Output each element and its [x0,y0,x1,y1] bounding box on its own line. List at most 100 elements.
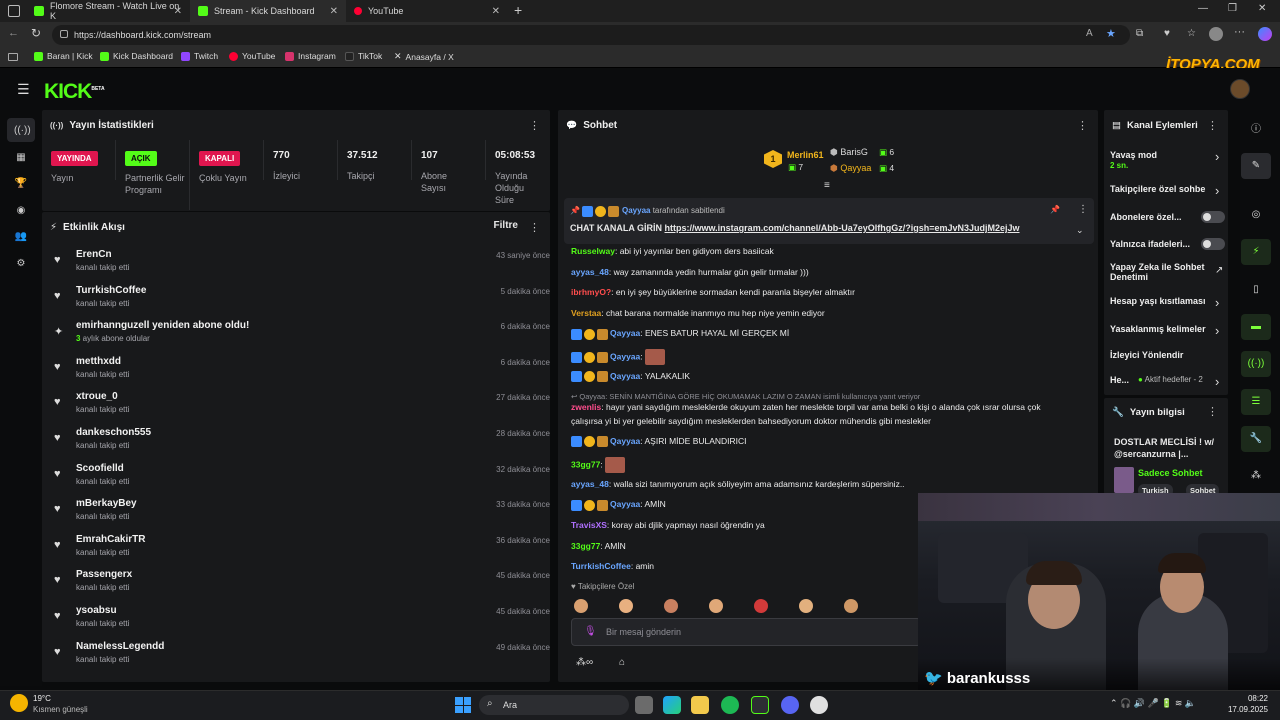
browser-tab-youtube[interactable]: YouTube ✕ [346,0,508,22]
chevron-right-icon[interactable]: › [1215,323,1219,338]
stream-info-kebab-icon[interactable]: ⋮ [1207,405,1218,418]
bookmark-kick-dashboard[interactable]: Kick Dashboard [100,51,173,61]
more-menu-icon[interactable]: ··· [1234,26,1245,38]
activity-username[interactable]: ysoabsu [76,605,117,616]
pinned-link[interactable]: https://www.instagram.com/channel/Abb-Ua… [665,223,1020,233]
windows-start-icon[interactable] [455,697,471,713]
bookmark-tiktok[interactable]: TikTok [345,51,382,61]
chat-username[interactable]: ayyas_48 [571,479,609,489]
extensions-icon[interactable]: ⧉ [1136,28,1143,39]
channel-action-label[interactable]: Yavaş mod [1110,150,1210,160]
bookmark-x[interactable]: ✕ Anasayfa / X [394,51,454,62]
pinned-by-name[interactable]: Qayyaa [622,206,650,215]
list-layout-icon[interactable]: ☰ [1241,389,1271,415]
user-avatar[interactable] [1230,79,1250,99]
edit-pencil-icon[interactable]: ✎ [1241,153,1271,179]
weather-description[interactable]: Kısmen güneşli [33,705,88,714]
activity-username[interactable]: NamelessLegendd [76,641,164,652]
settings-gear-icon[interactable]: ⚙ [14,257,28,271]
browser-tab-kick-dashboard[interactable]: Stream - Kick Dashboard ✕ [190,0,346,22]
unpin-icon[interactable]: 📌 [1050,205,1060,214]
emote-icon[interactable] [574,599,588,613]
chat-kebab-icon[interactable]: ⋮ [1077,119,1088,132]
camera-icon[interactable]: ◉ [14,204,28,218]
tools-icon[interactable]: 🔧 [1241,426,1271,452]
pinned-kebab-icon[interactable]: ⋮ [1078,204,1088,215]
activity-username[interactable]: emirhannguzell yeniden abone oldu! [76,320,249,331]
channel-action-label[interactable]: Takipçilere özel sohbe [1110,184,1210,194]
emote-icon[interactable] [754,599,768,613]
bookmark-instagram[interactable]: Instagram [285,51,336,61]
channel-action-label[interactable]: Yasaklanmış kelimeler [1110,324,1210,334]
chevron-right-icon[interactable]: › [1215,374,1219,389]
channel-action-label[interactable]: Yapay Zeka ile Sohbet Denetimi [1110,262,1210,282]
minimize-icon[interactable]: — [1198,3,1208,14]
chat-username[interactable]: Verstaa [571,308,601,318]
back-icon[interactable]: ← [8,27,19,39]
chat-username[interactable]: ayyas_48 [571,267,609,277]
site-info-icon[interactable] [60,30,68,38]
maximize-icon[interactable]: ❐ [1228,3,1237,14]
channel-action-label[interactable]: İzleyici Yönlendir [1110,350,1210,360]
tab-actions-icon[interactable] [8,5,20,17]
broadcast-signal-icon[interactable]: ((·)) [1241,351,1271,377]
chevron-right-icon[interactable]: › [1215,183,1219,198]
toggle-switch[interactable] [1201,238,1225,250]
stats-kebab-icon[interactable]: ⋮ [529,119,540,132]
camera-target-icon[interactable]: ◎ [1241,202,1271,228]
chat-tools-icon[interactable]: ⁂∞ [576,657,593,668]
emote-icon[interactable] [664,599,678,613]
activity-kebab-icon[interactable]: ⋮ [529,221,540,234]
channel-actions-kebab-icon[interactable]: ⋮ [1207,119,1218,132]
chat-username[interactable]: 33gg77 [571,459,600,469]
category-thumbnail[interactable] [1114,467,1134,493]
browser-essentials-icon[interactable]: ♥ [1164,28,1170,39]
emote-icon[interactable] [709,599,723,613]
top-gifter-name[interactable]: Merlin61 [787,150,824,160]
activity-username[interactable]: xtroue_0 [76,391,118,402]
shop-icon[interactable]: ⌂ [619,657,625,668]
channel-action-label[interactable]: Yalnızca ifadeleri... [1110,239,1210,249]
dashboard-icon[interactable]: ▦ [14,151,28,165]
profile-avatar[interactable] [1209,27,1223,41]
chat-username[interactable]: Qayyaa [610,499,640,509]
close-window-icon[interactable]: ✕ [1258,3,1266,14]
microphone-icon[interactable]: 🎙 [584,626,597,637]
activity-username[interactable]: Scoofielld [76,463,124,474]
emote-icon[interactable] [619,599,633,613]
category-name[interactable]: Sadece Sohbet [1138,468,1203,478]
url-input[interactable]: https://dashboard.kick.com/stream A ★ [52,25,1130,45]
spotify-icon[interactable] [721,696,739,714]
emote-icon[interactable] [844,599,858,613]
weather-temp[interactable]: 19°C [33,694,51,703]
info-icon[interactable]: ⓘ [1241,117,1271,143]
chat-username[interactable]: TravisXS [571,520,607,530]
activity-username[interactable]: EmrahCakirTR [76,534,145,545]
chat-username[interactable]: Qayyaa [610,328,640,338]
chevron-right-icon[interactable]: › [1215,295,1219,310]
kick-logo[interactable]: KICKBETA [44,80,105,104]
collections-icon[interactable]: ☆ [1187,28,1196,39]
edge-browser-icon[interactable] [663,696,681,714]
bookmark-baran-kick[interactable]: Baran | Kick [34,51,93,61]
chat-username[interactable]: Russelway [571,246,615,256]
task-view-icon[interactable] [635,696,653,714]
chat-username[interactable]: 33gg77 [571,541,600,551]
chat-username[interactable]: zwenlis [571,402,601,412]
emote-icon[interactable] [799,599,813,613]
gifter-name[interactable]: Qayyaa [840,163,871,173]
copilot-icon[interactable] [1258,27,1272,41]
document-icon[interactable]: ▯ [1241,277,1271,303]
activity-username[interactable]: dankeschon555 [76,427,151,438]
bookmarks-icon[interactable] [8,53,18,61]
bookmark-youtube[interactable]: YouTube [229,51,275,61]
obs-icon[interactable] [810,696,828,714]
chat-username[interactable]: Qayyaa [610,371,640,381]
chat-username[interactable]: TurrkishCoffee [571,561,631,571]
chat-message-input[interactable]: 🎙 Bir mesaj gönderin [571,618,921,646]
expand-leaderboard-icon[interactable]: ≡ [824,180,830,191]
discord-icon[interactable] [781,696,799,714]
clock-date[interactable]: 17.09.2025 [1222,705,1268,714]
chat-bubble-icon[interactable]: ▬ [1241,314,1271,340]
activity-username[interactable]: ErenCn [76,249,112,260]
